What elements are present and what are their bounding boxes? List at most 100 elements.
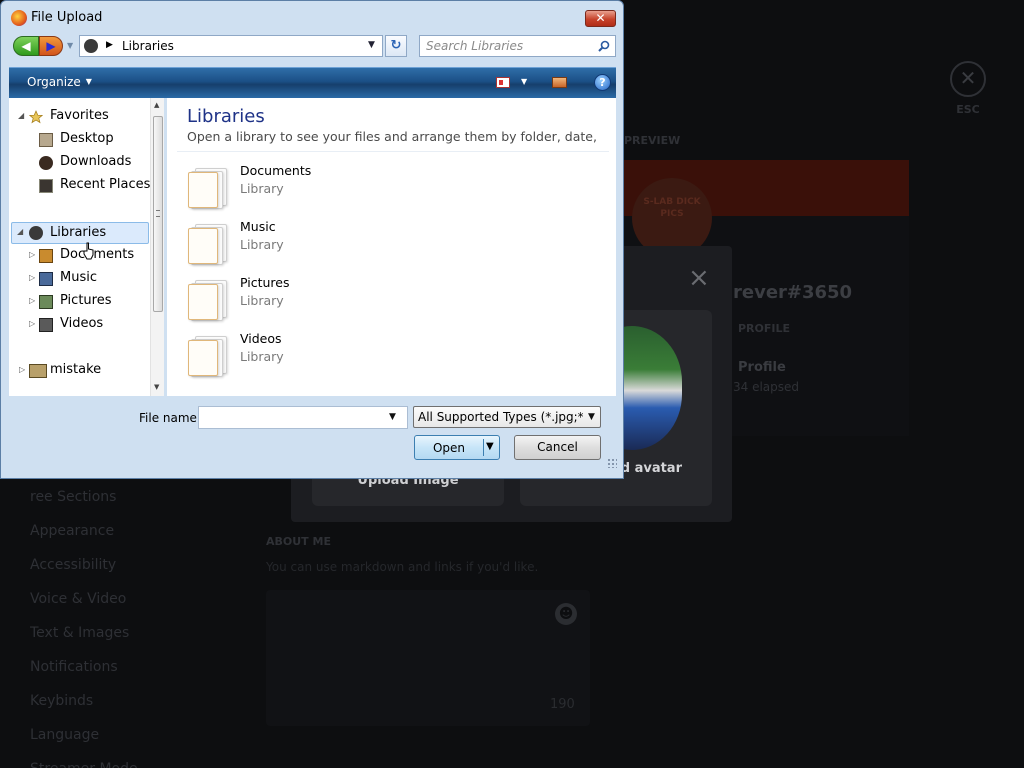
tree-item-libraries[interactable]: ◢ Libraries <box>11 222 149 244</box>
help-icon[interactable]: ? <box>594 74 611 91</box>
tree-item-downloads[interactable]: Downloads <box>17 153 147 173</box>
file-name-input[interactable]: ▼ <box>198 406 408 429</box>
forward-arrow-icon: ▶ <box>46 39 56 53</box>
preview-pane-icon[interactable] <box>552 77 567 88</box>
bg-esc-label: ESC <box>956 103 980 116</box>
tree-item-favorites[interactable]: ◢ Favorites <box>17 107 147 127</box>
tree-item-pictures[interactable]: ▷ Pictures <box>27 292 149 312</box>
dialog-title: File Upload <box>31 10 103 25</box>
documents-library-icon <box>39 249 53 263</box>
address-dropdown-icon[interactable]: ▼ <box>368 40 375 50</box>
dialog-footer: File name: ▼ All Supported Types (*.jpg;… <box>9 396 617 471</box>
library-item-name: Documents <box>240 163 312 178</box>
tree-item-mistake[interactable]: ▷ mistake <box>17 361 147 381</box>
bg-nav-item[interactable]: Notifications <box>30 656 230 690</box>
pictures-library-icon <box>39 295 53 309</box>
resize-grip-icon[interactable] <box>607 458 617 468</box>
tree-label: mistake <box>50 362 102 377</box>
bg-nav-item[interactable]: Text & Images <box>30 622 230 656</box>
expand-arrow-icon[interactable]: ▷ <box>29 319 35 328</box>
bg-char-count: 190 <box>550 697 575 712</box>
dialog-titlebar[interactable]: File Upload ✕ <box>1 1 623 33</box>
bg-username: rever#3650 <box>733 282 853 303</box>
address-breadcrumb[interactable]: Libraries <box>122 39 174 53</box>
open-options-chevron-icon[interactable]: ▼ <box>486 441 494 452</box>
refresh-button[interactable]: ↻ <box>385 35 407 57</box>
expand-arrow-icon[interactable]: ▷ <box>29 250 35 259</box>
command-toolbar: Organize ▼ ▼ ? <box>9 67 616 98</box>
page-title: Libraries <box>187 106 265 127</box>
address-bar-row: ◀ ▶ ▼ ▶ Libraries ▼ ↻ <box>1 33 623 63</box>
chevron-down-icon[interactable]: ▼ <box>389 412 396 422</box>
library-item-type: Library <box>240 349 284 364</box>
cancel-button[interactable]: Cancel <box>514 435 601 460</box>
bg-nav-item[interactable]: Language <box>30 724 230 758</box>
close-icon: ✕ <box>950 61 986 97</box>
bg-modal-close-button[interactable]: × <box>688 264 710 292</box>
search-icon[interactable] <box>598 40 610 52</box>
bg-nav-item[interactable]: Keybinds <box>30 690 230 724</box>
open-button[interactable]: Open ▼ <box>414 435 500 460</box>
downloads-icon <box>39 156 53 170</box>
mouse-pointer-icon <box>83 242 94 260</box>
bg-preview-label: PREVIEW <box>624 134 681 147</box>
bg-profile-name: Profile <box>738 360 786 375</box>
collapse-arrow-icon[interactable]: ◢ <box>18 111 24 120</box>
library-item-pictures[interactable]: Pictures Library <box>187 274 487 324</box>
dialog-close-button[interactable]: ✕ <box>585 10 616 27</box>
bg-esc-button[interactable]: ✕ ESC <box>950 61 986 116</box>
bg-nav-item[interactable]: ree Sections <box>30 486 230 520</box>
file-type-select[interactable]: All Supported Types (*.jpg;*.jpe ▼ <box>413 406 601 428</box>
bg-nav-item[interactable]: Appearance <box>30 520 230 554</box>
divider <box>177 151 609 152</box>
forward-button[interactable]: ▶ <box>39 36 63 56</box>
address-bar[interactable]: ▶ Libraries ▼ <box>79 35 383 57</box>
page-subtitle: Open a library to see your files and arr… <box>187 129 599 144</box>
search-box[interactable] <box>419 35 616 57</box>
bg-elapsed-time: 34 elapsed <box>733 380 800 394</box>
tree-item-music[interactable]: ▷ Music <box>27 269 149 289</box>
expand-arrow-icon[interactable]: ▷ <box>29 273 35 282</box>
library-item-music[interactable]: Music Library <box>187 218 487 268</box>
breadcrumb-separator-icon[interactable]: ▶ <box>106 40 113 50</box>
bg-about-me-textarea[interactable] <box>266 590 590 726</box>
view-options-chevron-icon[interactable]: ▼ <box>521 77 527 86</box>
expand-arrow-icon[interactable]: ▷ <box>19 365 25 374</box>
back-button[interactable]: ◀ <box>13 36 39 56</box>
change-view-icon[interactable] <box>496 77 510 88</box>
scroll-up-icon[interactable]: ▲ <box>154 101 159 109</box>
libraries-icon <box>29 226 43 240</box>
library-item-documents[interactable]: Documents Library <box>187 162 487 212</box>
organize-label: Organize <box>27 75 81 89</box>
recent-places-icon <box>39 179 53 193</box>
library-item-type: Library <box>240 237 284 252</box>
bg-nav-item[interactable]: Voice & Video <box>30 588 230 622</box>
open-button-label: Open <box>432 441 466 455</box>
expand-arrow-icon[interactable]: ▷ <box>29 296 35 305</box>
bg-about-me-label: ABOUT ME <box>266 535 331 548</box>
organize-menu-button[interactable]: Organize ▼ <box>27 75 92 89</box>
recent-locations-dropdown-icon[interactable]: ▼ <box>67 41 73 50</box>
library-item-name: Videos <box>240 331 282 346</box>
bg-nav-item[interactable]: Streamer Mode <box>30 758 230 768</box>
scrollbar-thumb[interactable] <box>153 116 163 312</box>
scroll-down-icon[interactable]: ▼ <box>154 383 159 391</box>
tree-item-recent-places[interactable]: Recent Places <box>17 176 151 196</box>
search-input[interactable] <box>426 39 586 53</box>
library-item-name: Pictures <box>240 275 290 290</box>
bg-settings-nav: ree Sections Appearance Accessibility Vo… <box>30 486 230 768</box>
tree-label: Documents <box>60 247 135 262</box>
tree-item-videos[interactable]: ▷ Videos <box>27 315 149 335</box>
nav-pane-scrollbar[interactable]: ▲ ▼ <box>150 98 164 396</box>
emoji-icon[interactable]: ☻ <box>555 603 577 625</box>
star-icon <box>29 110 43 124</box>
library-document-icon <box>187 334 233 378</box>
library-item-videos[interactable]: Videos Library <box>187 330 487 380</box>
library-document-icon <box>187 278 233 322</box>
user-folder-icon <box>29 364 47 378</box>
bg-nav-item[interactable]: Accessibility <box>30 554 230 588</box>
tree-item-desktop[interactable]: Desktop <box>17 130 147 150</box>
refresh-icon: ↻ <box>390 38 402 53</box>
tree-label: Recent Places <box>60 177 151 192</box>
collapse-arrow-icon[interactable]: ◢ <box>17 227 23 236</box>
